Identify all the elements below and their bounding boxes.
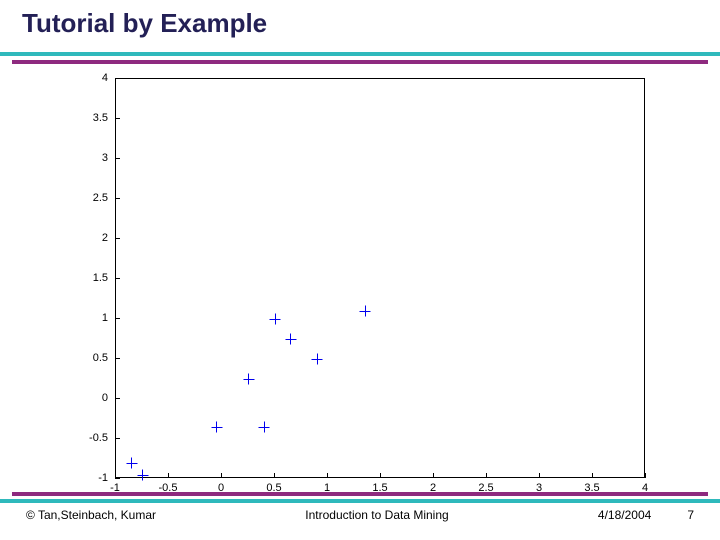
y-tick-label: 0 xyxy=(60,392,108,404)
data-point xyxy=(137,470,148,481)
x-tick-mark xyxy=(327,473,328,478)
y-tick-label: 2.5 xyxy=(60,192,108,204)
divider-cyan-bottom xyxy=(0,499,720,503)
x-tick-mark xyxy=(115,473,116,478)
x-tick-mark xyxy=(168,473,169,478)
scatter-chart: -1-0.500.511.522.533.54 -1-0.500.511.522… xyxy=(60,70,660,500)
x-tick-mark xyxy=(221,473,222,478)
y-tick-label: 4 xyxy=(60,72,108,84)
y-tick-label: 3 xyxy=(60,152,108,164)
x-tick-mark xyxy=(645,473,646,478)
slide-footer: © Tan,Steinbach, Kumar Introduction to D… xyxy=(26,508,694,522)
y-tick-label: -1 xyxy=(60,472,108,484)
plot-box xyxy=(115,78,645,478)
data-point xyxy=(312,354,323,365)
data-point xyxy=(270,314,281,325)
data-point xyxy=(360,306,371,317)
y-tick-label: 1 xyxy=(60,312,108,324)
y-tick-mark xyxy=(115,438,120,439)
x-tick-mark xyxy=(539,473,540,478)
y-tick-label: 1.5 xyxy=(60,272,108,284)
x-tick-mark xyxy=(486,473,487,478)
y-tick-mark xyxy=(115,398,120,399)
data-point xyxy=(285,334,296,345)
y-tick-mark xyxy=(115,278,120,279)
x-tick-mark xyxy=(380,473,381,478)
x-tick-mark xyxy=(274,473,275,478)
y-tick-mark xyxy=(115,78,120,79)
y-tick-label: 0.5 xyxy=(60,352,108,364)
y-tick-mark xyxy=(115,358,120,359)
y-tick-mark xyxy=(115,158,120,159)
y-tick-label: -0.5 xyxy=(60,432,108,444)
divider-cyan-top xyxy=(0,52,720,56)
data-point xyxy=(259,422,270,433)
y-tick-mark xyxy=(115,238,120,239)
y-tick-label: 3.5 xyxy=(60,112,108,124)
y-tick-mark xyxy=(115,118,120,119)
divider-purple-top xyxy=(12,60,708,64)
data-point xyxy=(243,374,254,385)
x-tick-mark xyxy=(433,473,434,478)
footer-date: 4/18/2004 xyxy=(598,508,651,522)
y-tick-mark xyxy=(115,318,120,319)
divider-purple-bottom xyxy=(12,492,708,496)
x-tick-mark xyxy=(592,473,593,478)
slide-title: Tutorial by Example xyxy=(22,8,267,39)
footer-author: © Tan,Steinbach, Kumar xyxy=(26,508,156,522)
y-tick-label: 2 xyxy=(60,232,108,244)
y-tick-mark xyxy=(115,198,120,199)
y-tick-mark xyxy=(115,478,120,479)
data-point xyxy=(126,458,137,469)
footer-title: Introduction to Data Mining xyxy=(156,508,598,522)
footer-page: 7 xyxy=(687,508,694,522)
data-point xyxy=(211,422,222,433)
